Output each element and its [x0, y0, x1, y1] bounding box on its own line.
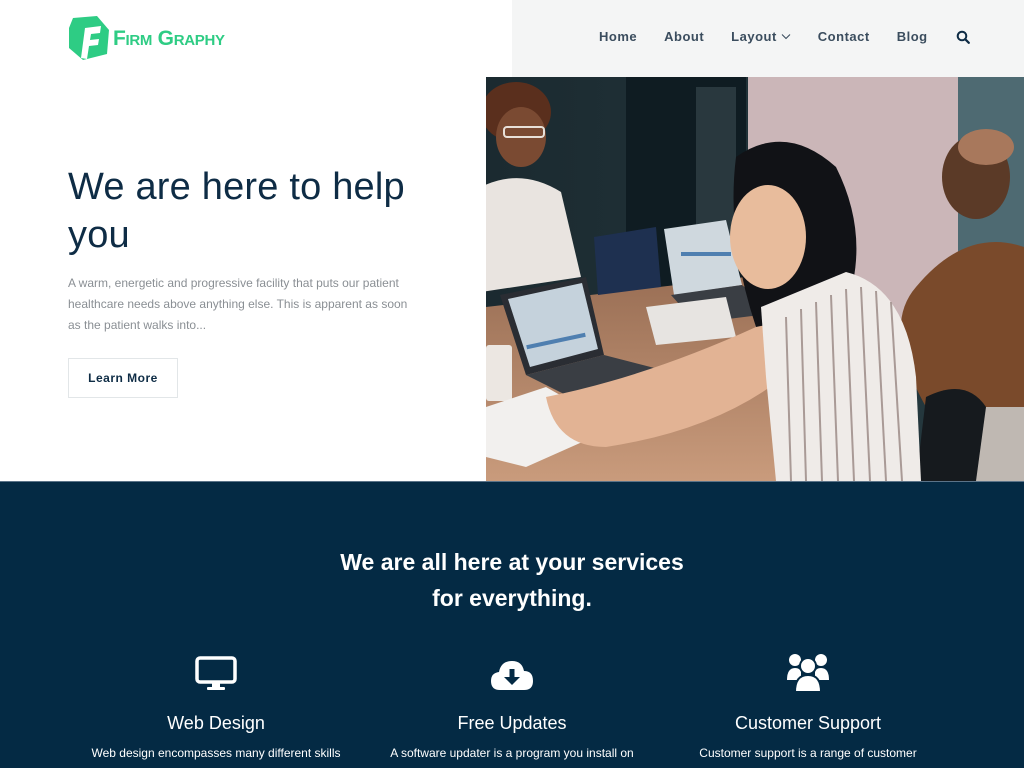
logo-mark-icon: [69, 16, 109, 60]
main-nav: Home About Layout Contact Blog: [599, 29, 970, 44]
chevron-down-icon: [781, 34, 791, 40]
service-title: Free Updates: [457, 713, 567, 733]
services-heading-line1: We are all here at your services: [340, 549, 684, 575]
nav-blog[interactable]: Blog: [897, 29, 928, 44]
brand-logo[interactable]: Firm Graphy: [67, 13, 225, 63]
users-icon: [787, 654, 829, 692]
service-description: A software updater is a program you inst…: [390, 746, 634, 760]
hero-description: A warm, energetic and progressive facili…: [68, 276, 408, 332]
service-card-web-design: Web Design Web design encompasses many d…: [66, 652, 366, 761]
site-header: Firm Graphy Home About Layout Contact Bl…: [0, 0, 1024, 77]
services-heading: We are all here at your services for eve…: [0, 544, 1024, 616]
nav-about[interactable]: About: [664, 29, 704, 44]
hero-title: We are here to help you: [68, 166, 405, 256]
hero-photo-illustration: [486, 77, 1024, 481]
hero-image: [486, 77, 1024, 481]
service-card-customer-support: Customer Support Customer support is a r…: [658, 652, 958, 761]
nav-home[interactable]: Home: [599, 29, 637, 44]
nav-contact[interactable]: Contact: [818, 29, 870, 44]
desktop-icon: [195, 656, 237, 690]
cloud-download-icon: [491, 661, 533, 690]
services-section: We are all here at your services for eve…: [0, 481, 1024, 768]
search-icon[interactable]: [956, 30, 970, 44]
nav-layout-label: Layout: [731, 29, 777, 44]
service-title: Web Design: [167, 713, 265, 733]
service-title: Customer Support: [734, 713, 882, 733]
services-heading-line2: for everything.: [432, 585, 592, 611]
service-description: Customer support is a range of customer: [699, 746, 917, 760]
brand-name: Firm Graphy: [113, 27, 225, 50]
service-description: Web design encompasses many different sk…: [91, 746, 341, 760]
nav-layout[interactable]: Layout: [731, 29, 791, 44]
learn-more-button[interactable]: Learn More: [68, 358, 178, 398]
service-card-free-updates: Free Updates A software updater is a pro…: [362, 652, 662, 761]
